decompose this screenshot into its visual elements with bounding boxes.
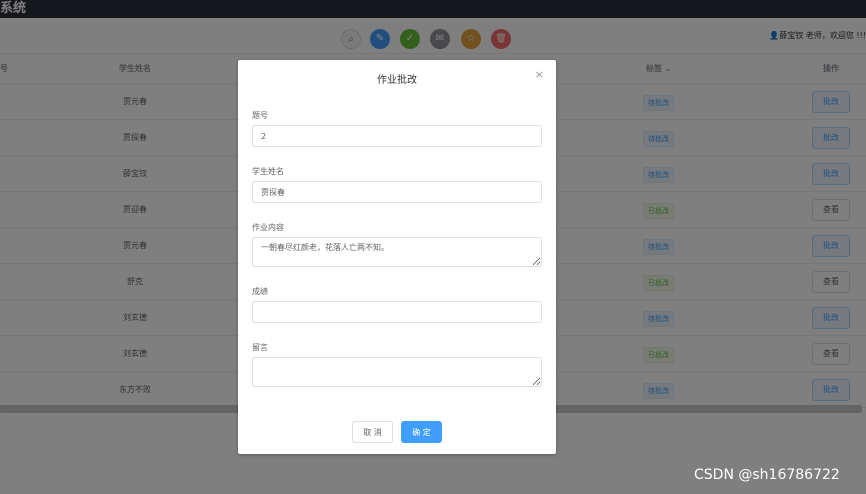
score-input[interactable] — [252, 301, 542, 323]
dialog-title: 作业批改 — [377, 75, 417, 86]
homework-content-textarea[interactable]: 一朝春尽红颜老，花落人亡两不知。 — [252, 237, 542, 267]
comment-textarea[interactable] — [252, 357, 542, 387]
comment-label: 留言 — [252, 343, 268, 352]
homework-content-label: 作业内容 — [252, 223, 284, 232]
cancel-button[interactable]: 取 消 — [352, 421, 393, 443]
question-id-label: 题号 — [252, 111, 268, 120]
student-name-input[interactable] — [252, 181, 542, 203]
question-id-input[interactable] — [252, 125, 542, 147]
grading-dialog: 作业批改 × 题号 学生姓名 作业内容 一朝春尽红颜老，花落人亡两不知。 成绩 … — [238, 60, 556, 454]
watermark: CSDN @sh16786722 — [694, 467, 840, 483]
student-name-label: 学生姓名 — [252, 167, 284, 176]
score-label: 成绩 — [252, 287, 268, 296]
confirm-button[interactable]: 确 定 — [401, 421, 442, 443]
close-icon[interactable]: × — [535, 69, 544, 81]
